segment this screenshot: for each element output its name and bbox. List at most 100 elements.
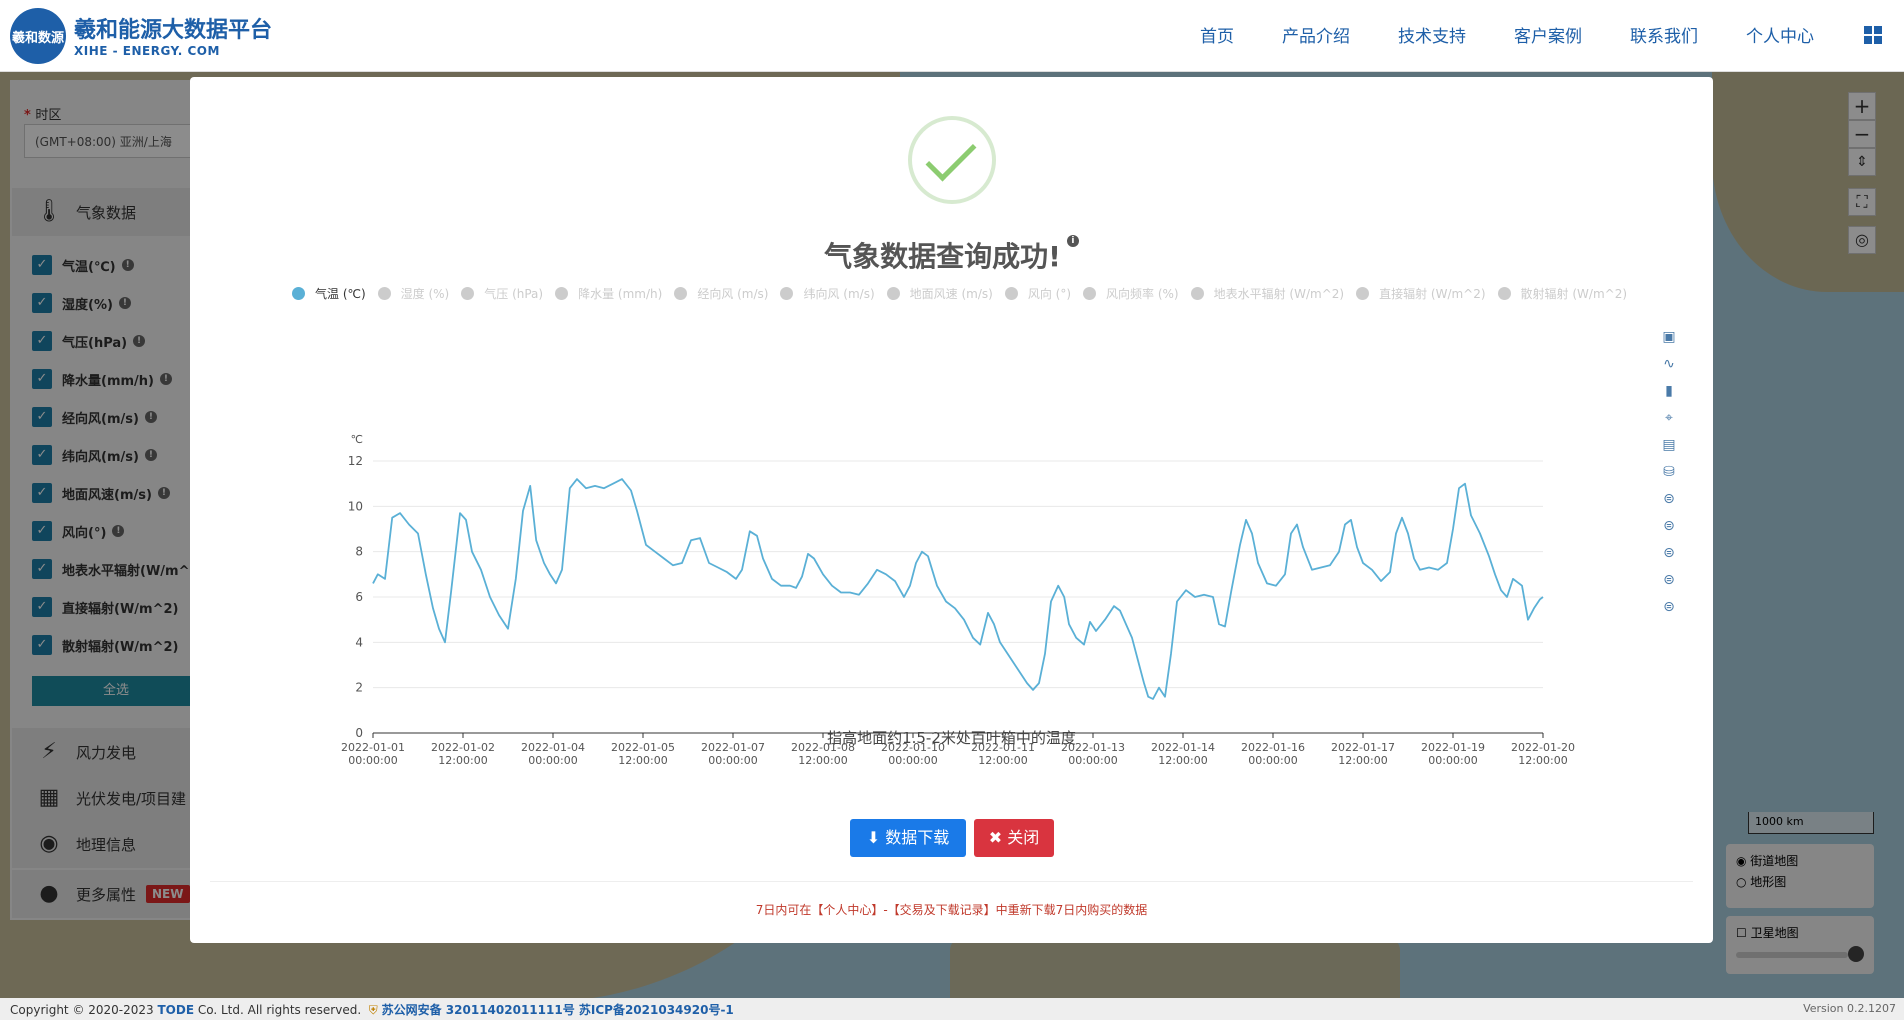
x-tick-label: 00:00:00 [528, 754, 577, 767]
modal-title-text: 气象数据查询成功! [824, 240, 1061, 273]
apps-grid-icon[interactable] [1864, 26, 1882, 44]
chart-legend: 气温 (℃) 湿度 (%) 气压 (hPa) 降水量 (mm/h) 经向风 (m/s) 纬… [292, 285, 1627, 302]
map-icon[interactable]: ⌖ [1659, 408, 1679, 428]
footer-rights: Co. Ltd. All rights reserved. [194, 1003, 362, 1017]
bar-chart-icon[interactable]: ▮ [1659, 381, 1679, 401]
site-title: 羲和能源大数据平台 [74, 17, 273, 43]
legend-label: 散射辐射 (W/m^2) [1520, 287, 1628, 301]
legend-label: 降水量 (mm/h) [578, 287, 663, 301]
y-tick-label: 12 [348, 454, 363, 468]
legend-item[interactable]: 风向 (°) [1004, 285, 1071, 302]
legend-dot-icon [1083, 287, 1097, 300]
legend-dot-icon [674, 287, 688, 300]
success-check-icon [908, 116, 996, 204]
toggle-icon[interactable]: ⊜ [1659, 597, 1679, 617]
temperature-series-line [372, 478, 1544, 700]
nav-products[interactable]: 产品介绍 [1282, 22, 1350, 47]
footer-version: Version 0.2.1207 [1803, 1002, 1896, 1015]
x-tick-label: 12:00:00 [978, 754, 1027, 767]
legend-item[interactable]: 气压 (hPa) [461, 285, 543, 302]
legend-label: 湿度 (%) [400, 287, 450, 301]
legend-dot-icon [1356, 287, 1370, 300]
footer-copyright: Copyright © 2020-2023 [10, 1003, 158, 1017]
legend-dot-icon [780, 287, 794, 300]
toggle-icon[interactable]: ⊜ [1659, 489, 1679, 509]
query-success-modal: 气象数据查询成功! i 气温 (℃) 湿度 (%) 气压 (hPa) 降水量 (mm/h… [190, 77, 1713, 943]
x-tick-label: 00:00:00 [1068, 754, 1117, 767]
legend-label: 直接辐射 (W/m^2) [1379, 287, 1486, 301]
x-tick-label: 12:00:00 [1158, 754, 1207, 767]
y-tick-label: 6 [355, 590, 363, 604]
close-icon: ✖ [988, 828, 1003, 847]
footer: Copyright © 2020-2023 TODE Co. Ltd. All … [0, 998, 1904, 1020]
data-view-icon[interactable]: ▤ [1659, 435, 1679, 455]
modal-divider [210, 881, 1693, 882]
legend-label: 气压 (hPa) [484, 287, 544, 301]
x-tick-label: 12:00:00 [618, 754, 667, 767]
chart-description: 指高地面约1.5-2米处百叶箱中的温度 [827, 729, 1076, 747]
legend-dot-icon [292, 287, 305, 300]
site-subtitle: XIHE - ENERGY. COM [74, 44, 220, 58]
nav-cases[interactable]: 客户案例 [1514, 22, 1582, 47]
legend-item[interactable]: 纬向风 (m/s) [780, 285, 875, 302]
toggle-icon[interactable]: ⊜ [1659, 570, 1679, 590]
modal-title: 气象数据查询成功! i [190, 235, 1713, 275]
x-tick-label: 12:00:00 [1518, 754, 1567, 767]
legend-item[interactable]: 气温 (℃) [292, 285, 366, 302]
logo[interactable]: 羲和数源 [10, 8, 66, 64]
legend-label: 经向风 (m/s) [697, 287, 769, 301]
y-tick-label: 8 [355, 545, 363, 559]
x-tick-label: 12:00:00 [438, 754, 487, 767]
y-tick-label: 2 [355, 681, 363, 695]
y-axis-unit: ℃ [351, 433, 363, 446]
legend-dot-icon [377, 287, 391, 300]
x-tick-label: 12:00:00 [798, 754, 847, 767]
footer-beian[interactable]: 苏公网安备 32011402011111号 苏ICP备2021034920号-1 [382, 1003, 734, 1017]
legend-dot-icon [1004, 287, 1018, 300]
nav-contact[interactable]: 联系我们 [1630, 22, 1698, 47]
download-label: 数据下载 [885, 828, 950, 847]
x-tick-label: 12:00:00 [1338, 754, 1387, 767]
x-tick-label: 00:00:00 [888, 754, 937, 767]
main-nav: 首页 产品介绍 技术支持 客户案例 联系我们 个人中心 [1200, 22, 1814, 47]
footer-company[interactable]: TODE [158, 1003, 195, 1017]
close-label: 关闭 [1007, 828, 1040, 847]
nav-support[interactable]: 技术支持 [1398, 22, 1466, 47]
legend-dot-icon [1190, 287, 1204, 300]
legend-item[interactable]: 湿度 (%) [377, 285, 450, 302]
legend-dot-icon [1497, 287, 1511, 300]
line-chart-icon[interactable]: ∿ [1659, 354, 1679, 374]
legend-label: 风向频率 (%) [1106, 287, 1179, 301]
legend-dot-icon [555, 287, 569, 300]
legend-dot-icon [886, 287, 900, 300]
legend-label: 气温 (℃) [315, 287, 366, 301]
top-header: 羲和数源 羲和能源大数据平台 XIHE - ENERGY. COM 首页 产品介… [0, 0, 1904, 72]
nav-user-center[interactable]: 个人中心 [1746, 22, 1814, 47]
legend-item[interactable]: 地表水平辐射 (W/m^2) [1190, 285, 1345, 302]
legend-item[interactable]: 经向风 (m/s) [674, 285, 768, 302]
legend-label: 地面风速 (m/s) [909, 287, 993, 301]
legend-item[interactable]: 降水量 (mm/h) [555, 285, 662, 302]
legend-item[interactable]: 直接辐射 (W/m^2) [1356, 285, 1486, 302]
legend-item[interactable]: 风向频率 (%) [1083, 285, 1179, 302]
legend-item[interactable]: 地面风速 (m/s) [886, 285, 993, 302]
info-icon[interactable]: i [1066, 235, 1079, 247]
download-button[interactable]: ⬇ 数据下载 [850, 819, 966, 857]
database-icon[interactable]: ⛁ [1659, 462, 1679, 482]
x-tick-label: 00:00:00 [1428, 754, 1477, 767]
logo-text: 羲和数源 [11, 30, 64, 46]
x-tick-label: 00:00:00 [348, 754, 397, 767]
chart-toolbox: ▣ ∿ ▮ ⌖ ▤ ⛁ ⊜ ⊜ ⊜ ⊜ ⊜ [1659, 327, 1681, 624]
nav-home[interactable]: 首页 [1200, 22, 1234, 47]
y-tick-label: 10 [348, 499, 363, 513]
legend-item[interactable]: 散射辐射 (W/m^2) [1497, 285, 1628, 302]
close-button[interactable]: ✖ 关闭 [974, 819, 1054, 857]
toggle-icon[interactable]: ⊜ [1659, 516, 1679, 536]
legend-label: 纬向风 (m/s) [803, 287, 875, 301]
download-icon: ⬇ [866, 828, 881, 847]
toggle-icon[interactable]: ⊜ [1659, 543, 1679, 563]
legend-label: 地表水平辐射 (W/m^2) [1213, 287, 1345, 301]
x-tick-label: 00:00:00 [708, 754, 757, 767]
save-image-icon[interactable]: ▣ [1659, 327, 1679, 347]
temperature-chart: ℃0246810122022-01-0100:00:002022-01-0212… [341, 433, 1575, 767]
